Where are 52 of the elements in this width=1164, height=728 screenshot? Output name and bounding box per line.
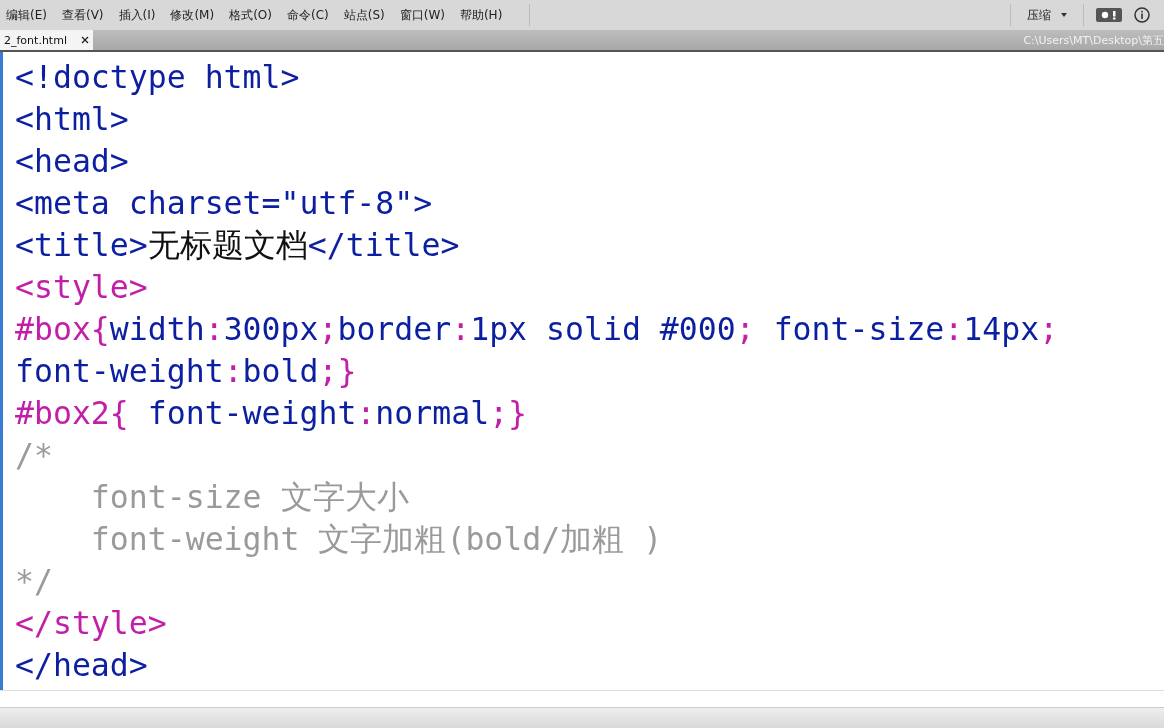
menu-item[interactable]: 格式(O) bbox=[229, 6, 272, 24]
code-token: 1px solid #000 bbox=[470, 311, 736, 347]
code-token: width bbox=[109, 311, 205, 347]
close-icon[interactable] bbox=[80, 36, 89, 44]
code-token: <meta charset="utf-8"> bbox=[15, 185, 433, 221]
menu-item[interactable]: 修改(M) bbox=[170, 6, 215, 24]
code-token: 300px bbox=[223, 311, 319, 347]
menu-item[interactable]: 窗口(W) bbox=[399, 6, 445, 24]
code-comment: font-weight 文字加粗(bold/加粗 ) bbox=[89, 521, 663, 557]
code-token: ; bbox=[735, 311, 756, 347]
menu-item[interactable]: 查看(V) bbox=[61, 6, 104, 24]
code-token: ; bbox=[318, 311, 338, 347]
code-token: </head> bbox=[15, 647, 148, 683]
code-token: : bbox=[451, 311, 471, 347]
code-token: : bbox=[356, 395, 376, 431]
menu-item[interactable]: 插入(I) bbox=[118, 6, 156, 24]
code-token: normal bbox=[375, 395, 490, 431]
menu-item[interactable]: 站点(S) bbox=[343, 6, 385, 24]
code-token: <html> bbox=[15, 101, 129, 137]
menu-item[interactable]: 命令(C) bbox=[286, 6, 329, 24]
code-token: ;} bbox=[489, 395, 528, 431]
info-icon[interactable] bbox=[1134, 7, 1150, 23]
code-token: <!doctype html> bbox=[15, 59, 300, 95]
code-token: font-weight bbox=[146, 395, 357, 431]
code-token: </title> bbox=[307, 227, 460, 263]
style-tag: <style> bbox=[15, 269, 148, 305]
menu-item[interactable]: 帮助(H) bbox=[459, 6, 503, 24]
code-text: 无标题文档 bbox=[147, 227, 308, 263]
code-token: ; bbox=[1039, 311, 1059, 347]
tab-label: 2_font.html bbox=[4, 33, 67, 47]
code-comment: /* bbox=[15, 437, 53, 473]
code-token: ;} bbox=[318, 353, 357, 389]
compress-dropdown[interactable]: 压缩 bbox=[1023, 4, 1071, 26]
code-token: : bbox=[204, 311, 224, 347]
code-token: bold bbox=[242, 353, 319, 389]
code-token: : bbox=[223, 353, 243, 389]
caret-icon bbox=[1061, 13, 1067, 17]
gear-alert-icon[interactable] bbox=[1096, 8, 1122, 22]
file-tab[interactable]: 2_font.html bbox=[0, 30, 93, 50]
menu-item[interactable]: 编辑(E) bbox=[6, 6, 47, 24]
code-comment: */ bbox=[15, 563, 53, 599]
style-tag: </style> bbox=[15, 605, 167, 641]
code-token: : bbox=[944, 311, 964, 347]
code-comment: font-size 文字大小 bbox=[89, 479, 409, 515]
code-token: font-weight bbox=[15, 353, 224, 389]
code-token: <title> bbox=[15, 227, 148, 263]
code-token: #box2{ bbox=[15, 395, 129, 431]
code-token: 14px bbox=[963, 311, 1040, 347]
code-token: font-size bbox=[773, 311, 945, 347]
code-token: <head> bbox=[15, 143, 129, 179]
code-token: border bbox=[337, 311, 452, 347]
code-token: #box{ bbox=[15, 311, 110, 347]
